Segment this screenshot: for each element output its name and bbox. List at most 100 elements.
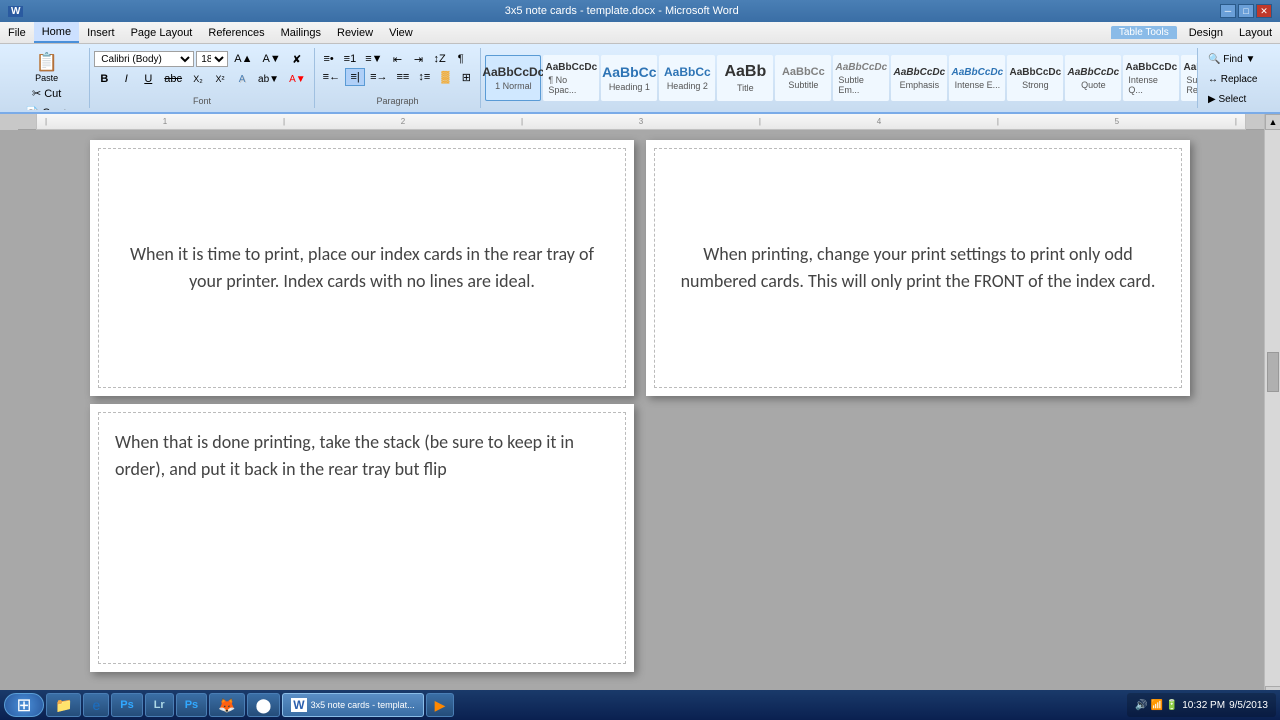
clear-format-button[interactable]: ✘	[287, 50, 307, 68]
scroll-up-button[interactable]: ▲	[1265, 114, 1280, 130]
menu-references[interactable]: References	[200, 22, 272, 43]
card-1-inner[interactable]: When it is time to print, place our inde…	[98, 148, 626, 388]
style-no-spacing[interactable]: AaBbCcDc ¶ No Spac...	[543, 55, 599, 101]
taskbar-firefox[interactable]: 🦊	[209, 693, 244, 717]
subscript-button[interactable]: X₂	[188, 70, 208, 88]
style-heading2[interactable]: AaBbCc Heading 2	[659, 55, 715, 101]
scroll-track[interactable]	[1265, 130, 1280, 686]
ruler-mark: |	[1235, 117, 1237, 126]
menu-layout[interactable]: Layout	[1231, 22, 1280, 43]
sort-button[interactable]: ↕Z	[430, 50, 450, 68]
minimize-button[interactable]: ─	[1220, 4, 1236, 18]
ribbon-group-clipboard: 📋 Paste ✂ Cut 📄 Copy 🖌 Format Painter Cl…	[4, 48, 90, 108]
ruler-mark: 3	[639, 117, 643, 126]
chrome-icon: ⬤	[256, 697, 272, 714]
ruler-mark: 1	[163, 117, 167, 126]
card-2-inner[interactable]: When printing, change your print setting…	[654, 148, 1182, 388]
borders-button[interactable]: ⊞	[456, 68, 476, 86]
tray-date: 9/5/2013	[1229, 700, 1268, 711]
menu-mailings[interactable]: Mailings	[273, 22, 329, 43]
underline-button[interactable]: U	[138, 70, 158, 88]
style-emphasis-preview: AaBbCcDc	[894, 67, 946, 78]
font-color-button[interactable]: A▼	[285, 70, 310, 88]
menu-home[interactable]: Home	[34, 22, 79, 43]
start-button[interactable]: ⊞	[4, 693, 44, 717]
style-strong[interactable]: AaBbCcDc Strong	[1007, 55, 1063, 101]
style-intense-em[interactable]: AaBbCcDc Intense E...	[949, 55, 1005, 101]
bullets-button[interactable]: ≡•	[319, 50, 339, 68]
replace-button[interactable]: ↔ Replace	[1204, 70, 1270, 88]
close-button[interactable]: ✕	[1256, 4, 1272, 18]
font-name-select[interactable]: Calibri (Body)	[94, 51, 194, 67]
style-title[interactable]: AaBb Title	[717, 55, 773, 101]
maximize-button[interactable]: □	[1238, 4, 1254, 18]
style-subtitle[interactable]: AaBbCc Subtitle	[775, 55, 831, 101]
align-center-button[interactable]: ≡|	[345, 68, 365, 86]
text-effects-button[interactable]: A	[232, 70, 252, 88]
style-heading1[interactable]: AaBbCc Heading 1	[601, 55, 657, 101]
taskbar-chrome[interactable]: ⬤	[247, 693, 281, 717]
paste-button[interactable]: 📋 Paste	[10, 50, 83, 84]
content-area: ◀ | 1 | 2 | 3 | 4 | 5	[0, 114, 1280, 702]
menu-view[interactable]: View	[381, 22, 421, 43]
decrease-indent-button[interactable]: ⇤	[388, 50, 408, 68]
numbering-button[interactable]: ≡1	[340, 50, 361, 68]
bold-button[interactable]: B	[94, 70, 114, 88]
shading-button[interactable]: ▓	[435, 68, 455, 86]
menu-file[interactable]: File	[0, 22, 34, 43]
style-subtle-em-preview: AaBbCcDc	[836, 62, 888, 73]
taskbar-photoshop2[interactable]: Ps	[176, 693, 207, 717]
find-button[interactable]: 🔍 Find ▼	[1204, 50, 1270, 68]
card-3-inner[interactable]: When that is done printing, take the sta…	[98, 412, 626, 664]
increase-font-button[interactable]: A▲	[230, 50, 256, 68]
card-3-outer: When that is done printing, take the sta…	[90, 404, 634, 672]
taskbar-word[interactable]: W 3x5 note cards - templat...	[282, 693, 423, 717]
title-bar-icons: W	[8, 6, 23, 17]
show-formatting-button[interactable]: ¶	[451, 50, 471, 68]
style-normal[interactable]: AaBbCcDc 1 Normal	[485, 55, 541, 101]
increase-indent-button[interactable]: ⇥	[409, 50, 429, 68]
ruler-mark: |	[759, 117, 761, 126]
taskbar-lightroom[interactable]: Lr	[145, 693, 174, 717]
font-size-select[interactable]: 18	[196, 51, 228, 67]
style-h1-preview: AaBbCc	[602, 64, 656, 80]
cut-button[interactable]: ✂ Cut	[10, 84, 83, 102]
ruler-mark: |	[283, 117, 285, 126]
text-highlight-button[interactable]: ab▼	[254, 70, 283, 88]
style-emphasis[interactable]: AaBbCcDc Emphasis	[891, 55, 947, 101]
vlc-icon: ▶	[435, 697, 446, 714]
italic-button[interactable]: I	[116, 70, 136, 88]
style-subtle-em[interactable]: AaBbCcDc Subtle Em...	[833, 55, 889, 101]
select-button[interactable]: ▶ Select	[1204, 90, 1270, 108]
taskbar-ie[interactable]: e	[83, 693, 109, 717]
align-right-button[interactable]: ≡→	[366, 68, 391, 86]
decrease-font-button[interactable]: A▼	[259, 50, 285, 68]
superscript-button[interactable]: X²	[210, 70, 230, 88]
menu-review[interactable]: Review	[329, 22, 381, 43]
menu-design[interactable]: Design	[1181, 22, 1231, 43]
style-intense-em-label: Intense E...	[955, 80, 1001, 90]
card-1-outer: When it is time to print, place our inde…	[90, 140, 634, 396]
style-intense-q-label: Intense Q...	[1128, 75, 1174, 95]
style-quote[interactable]: AaBbCcDc Quote	[1065, 55, 1121, 101]
multilevel-button[interactable]: ≡▼	[361, 50, 386, 68]
style-subtitle-preview: AaBbCc	[782, 66, 825, 78]
strikethrough-button[interactable]: abc	[160, 70, 186, 88]
taskbar-word-label: 3x5 note cards - templat...	[311, 700, 415, 710]
title-bar-title: 3x5 note cards - template.docx - Microso…	[23, 5, 1220, 17]
taskbar-vlc[interactable]: ▶	[426, 693, 455, 717]
justify-button[interactable]: ≡≡	[393, 68, 414, 86]
menu-page-layout[interactable]: Page Layout	[123, 22, 201, 43]
scroll-thumb[interactable]	[1267, 352, 1279, 392]
ruler-mark: 5	[1115, 117, 1119, 126]
align-left-button[interactable]: ≡←	[319, 68, 344, 86]
style-quote-preview: AaBbCcDc	[1068, 67, 1120, 78]
menu-insert[interactable]: Insert	[79, 22, 123, 43]
style-intense-q[interactable]: AaBbCcDc Intense Q...	[1123, 55, 1179, 101]
taskbar-explorer[interactable]: 📁	[46, 693, 81, 717]
line-spacing-button[interactable]: ↕≡	[414, 68, 434, 86]
style-no-spacing-label: ¶ No Spac...	[548, 75, 594, 95]
paste-label: Paste	[35, 73, 58, 83]
taskbar-photoshop[interactable]: Ps	[111, 693, 142, 717]
style-subtle-ref[interactable]: AaBbCcDc Subtle Ref...	[1181, 55, 1198, 101]
